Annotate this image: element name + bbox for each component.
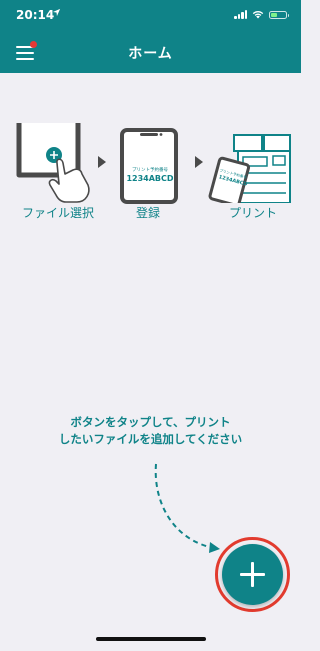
dashed-arrow-icon xyxy=(154,463,220,553)
step-arrow-icon xyxy=(98,156,106,168)
status-bar: 20:14 xyxy=(0,0,301,30)
status-indicators xyxy=(234,10,289,19)
file-select-illustration xyxy=(16,123,90,203)
instruction-text: ボタンをタップして、プリント したいファイルを追加してください xyxy=(0,414,301,448)
step-label-file-select: ファイル選択 xyxy=(21,206,94,220)
page-title: ホーム xyxy=(128,46,173,62)
battery-icon xyxy=(269,10,289,19)
cellular-signal-icon xyxy=(234,10,247,19)
instruction-line1: ボタンをタップして、プリント xyxy=(70,415,231,429)
add-file-button[interactable] xyxy=(222,544,283,605)
step-label-print: プリント xyxy=(228,206,277,220)
home-indicator xyxy=(96,637,206,641)
register-phone-illustration xyxy=(120,128,178,204)
location-arrow-icon xyxy=(52,8,61,17)
wifi-icon xyxy=(252,10,264,19)
instruction-line2: したいファイルを追加してください xyxy=(58,432,243,446)
app-header: 20:14 ホーム xyxy=(0,0,301,73)
status-time: 20:14 xyxy=(16,8,55,22)
register-phone-text2: 1234ABCD xyxy=(126,174,174,183)
step-arrow-icon xyxy=(195,156,203,168)
register-phone-text1: プリント予約番号 xyxy=(132,168,168,173)
step-label-register: 登録 xyxy=(135,206,160,220)
printer-illustration xyxy=(208,134,291,203)
